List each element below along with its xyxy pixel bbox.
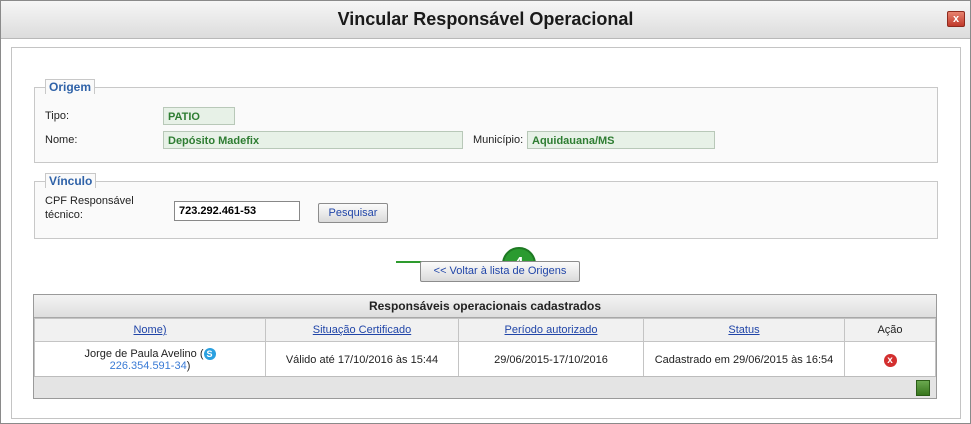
table-row: Jorge de Paula Avelino (S 226.354.591-34…	[34, 341, 936, 379]
cpf-input[interactable]	[174, 201, 300, 221]
origem-group: Origem Tipo: PATIO Nome: Depósito Madefi…	[34, 79, 938, 163]
cpf-label-line1: CPF Responsável	[45, 195, 134, 207]
cpf-label-line2: técnico:	[45, 209, 83, 221]
column-nome[interactable]: Nome)	[34, 318, 266, 342]
origem-legend: Origem	[45, 79, 96, 94]
cell-status: Cadastrado em 29/06/2015 às 16:54	[643, 341, 845, 379]
nome-value: Depósito Madefix	[163, 131, 463, 149]
vinculo-legend: Vínculo	[45, 173, 97, 188]
column-acao: Ação	[844, 318, 936, 342]
column-periodo[interactable]: Período autorizado	[458, 318, 644, 342]
dialog-title: Vincular Responsável Operacional	[337, 9, 634, 29]
cell-nome: Jorge de Paula Avelino (S 226.354.591-34…	[34, 341, 266, 379]
close-icon[interactable]: x	[947, 11, 965, 27]
municipio-value: Aquidauana/MS	[527, 131, 715, 149]
responsaveis-grid: Nome) Situação Certificado Período autor…	[34, 318, 936, 379]
responsavel-name: Jorge de Paula Avelino (	[84, 347, 204, 360]
title-bar: Vincular Responsável Operacional x	[1, 1, 970, 39]
table-caption: Responsáveis operacionais cadastrados	[34, 295, 936, 318]
dialog-window: Vincular Responsável Operacional x Orige…	[0, 0, 971, 424]
skype-icon[interactable]: S	[203, 348, 216, 361]
vinculo-group: Vínculo CPF Responsável técnico:	[34, 173, 938, 239]
back-to-origins-button[interactable]: << Voltar à lista de Origens	[420, 261, 580, 282]
tipo-value: PATIO	[163, 107, 235, 125]
search-button[interactable]: Pesquisar	[318, 203, 388, 223]
nome-label: Nome:	[45, 134, 78, 146]
column-situacao[interactable]: Situação Certificado	[265, 318, 459, 342]
export-icon[interactable]	[916, 380, 930, 396]
table-footer	[34, 376, 936, 398]
cell-acao: x	[844, 341, 936, 379]
column-status[interactable]: Status	[643, 318, 845, 342]
remove-icon[interactable]: x	[883, 353, 897, 367]
cell-situacao: Válido até 17/10/2016 às 15:44	[265, 341, 459, 379]
tipo-label: Tipo:	[45, 110, 70, 122]
municipio-label: Município:	[473, 134, 524, 146]
cpf-suffix: )	[186, 360, 191, 373]
cell-periodo: 29/06/2015-17/10/2016	[458, 341, 644, 379]
responsavel-cpf-link[interactable]: 226.354.591-34	[110, 360, 187, 372]
responsaveis-table: Responsáveis operacionais cadastrados No…	[33, 294, 937, 399]
